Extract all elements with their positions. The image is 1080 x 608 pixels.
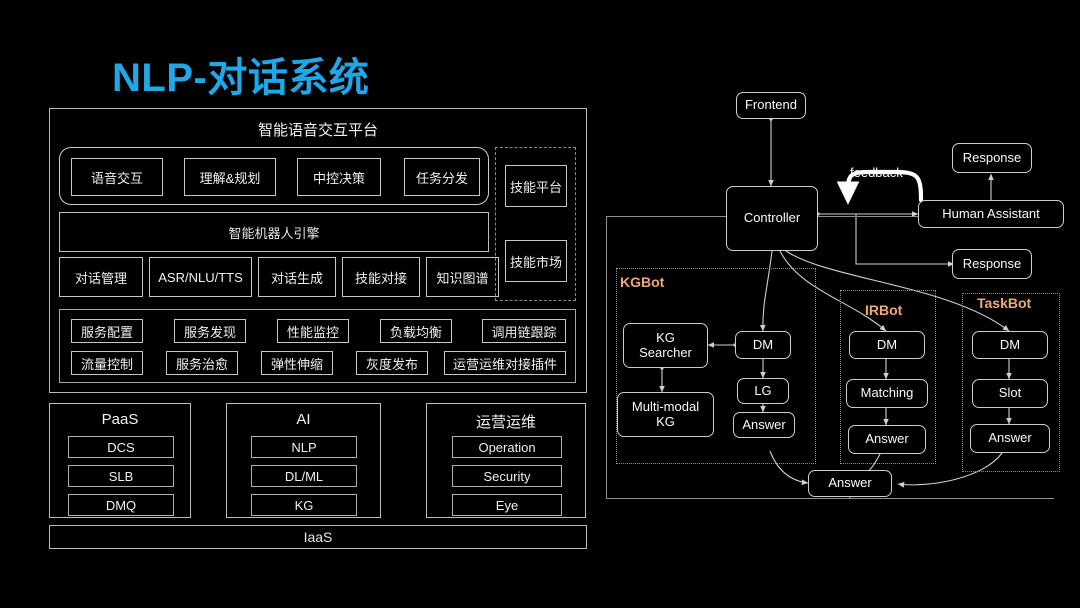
engine-module-row: 对话管理 ASR/NLU/TTS 对话生成 技能对接 知识图谱 <box>59 257 499 301</box>
stack-item-operation[interactable]: Operation <box>452 436 562 458</box>
node-response-top[interactable]: Response <box>952 143 1032 173</box>
node-kgbot-dm[interactable]: DM <box>735 331 791 359</box>
stack-item-nlp[interactable]: NLP <box>251 436 357 458</box>
node-taskbot-answer[interactable]: Answer <box>970 424 1050 453</box>
node-irbot-answer[interactable]: Answer <box>848 425 926 454</box>
ops-flow-control[interactable]: 流量控制 <box>71 351 143 375</box>
stack-item-security[interactable]: Security <box>452 465 562 487</box>
node-human-assistant[interactable]: Human Assistant <box>918 200 1064 228</box>
module-dialog-generation[interactable]: 对话生成 <box>258 257 336 297</box>
stack-item-kg[interactable]: KG <box>251 494 357 516</box>
ops-capability-box: 服务配置 服务发现 性能监控 负载均衡 调用链跟踪 流量控制 服务治愈 弹性伸缩… <box>59 309 576 383</box>
botlabel-irbot: IRBot <box>865 302 903 318</box>
skill-platform[interactable]: 技能平台 <box>505 165 567 207</box>
botlabel-taskbot: TaskBot <box>977 295 1032 311</box>
slide-canvas: NLP-对话系统 智能语音交互平台 语音交互 理解&规划 中控决策 任务分发 智… <box>0 0 1080 608</box>
feedback-label: feedback <box>850 165 903 180</box>
multimodal-line1: Multi-modal <box>631 398 700 414</box>
ops-self-healing[interactable]: 服务治愈 <box>166 351 238 375</box>
botlabel-kgbot: KGBot <box>620 274 665 290</box>
stack-card-ops: 运营运维 Operation Security Eye <box>426 403 586 518</box>
multimodal-line2: KG <box>656 413 675 429</box>
capability-voice[interactable]: 语音交互 <box>71 158 163 196</box>
robot-engine-bar: 智能机器人引擎 <box>59 212 489 252</box>
voice-platform-panel: 智能语音交互平台 语音交互 理解&规划 中控决策 任务分发 智能机器人引擎 对话… <box>49 108 587 393</box>
kg-searcher-line1: KG <box>656 329 675 345</box>
top-capability-group: 语音交互 理解&规划 中控决策 任务分发 <box>59 147 489 205</box>
skill-panel-group: 技能平台 技能市场 <box>495 147 576 301</box>
node-response-bottom[interactable]: Response <box>952 249 1032 279</box>
node-irbot-dm[interactable]: DM <box>849 331 925 359</box>
stack-item-slb[interactable]: SLB <box>68 465 174 487</box>
capability-dispatch[interactable]: 任务分发 <box>404 158 480 196</box>
ops-load-balance[interactable]: 负载均衡 <box>380 319 452 343</box>
stack-title-ops: 运营运维 <box>475 414 536 431</box>
node-frontend[interactable]: Frontend <box>736 92 806 119</box>
ops-trace[interactable]: 调用链跟踪 <box>482 319 566 343</box>
stack-item-dmq[interactable]: DMQ <box>68 494 174 516</box>
capability-decision[interactable]: 中控决策 <box>297 158 381 196</box>
node-taskbot-dm[interactable]: DM <box>972 331 1048 359</box>
page-title: NLP-对话系统 <box>112 56 370 100</box>
module-knowledge-graph[interactable]: 知识图谱 <box>426 257 499 297</box>
module-skill-docking[interactable]: 技能对接 <box>342 257 420 297</box>
stack-title-ai: AI <box>296 411 311 428</box>
module-asr-nlu-tts[interactable]: ASR/NLU/TTS <box>149 257 252 297</box>
ops-gray-release[interactable]: 灰度发布 <box>356 351 428 375</box>
node-kgbot-answer[interactable]: Answer <box>733 412 795 438</box>
node-final-answer[interactable]: Answer <box>808 470 892 497</box>
node-kg-searcher[interactable]: KG Searcher <box>623 323 708 368</box>
kg-searcher-line2: Searcher <box>639 344 692 360</box>
stack-card-paas: PaaS DCS SLB DMQ <box>49 403 191 518</box>
stack-card-ai: AI NLP DL/ML KG <box>226 403 381 518</box>
node-irbot-matching[interactable]: Matching <box>846 379 928 408</box>
ops-service-discovery[interactable]: 服务发现 <box>174 319 246 343</box>
module-dialog-management[interactable]: 对话管理 <box>59 257 143 297</box>
stack-item-dlml[interactable]: DL/ML <box>251 465 357 487</box>
stack-item-eye[interactable]: Eye <box>452 494 562 516</box>
stack-title-paas: PaaS <box>101 411 139 428</box>
stack-item-dcs[interactable]: DCS <box>68 436 174 458</box>
node-taskbot-slot[interactable]: Slot <box>972 379 1048 408</box>
platform-title: 智能语音交互平台 <box>257 122 378 139</box>
ops-service-config[interactable]: 服务配置 <box>71 319 143 343</box>
ops-plugin[interactable]: 运营运维对接插件 <box>444 351 566 375</box>
node-controller[interactable]: Controller <box>726 186 818 251</box>
foundation-iaas: IaaS <box>49 525 587 549</box>
skill-market[interactable]: 技能市场 <box>505 240 567 282</box>
node-multimodal-kg[interactable]: Multi-modal KG <box>617 392 714 437</box>
capability-understanding[interactable]: 理解&规划 <box>184 158 276 196</box>
ops-performance-monitor[interactable]: 性能监控 <box>277 319 349 343</box>
node-kgbot-lg[interactable]: LG <box>737 378 789 404</box>
ops-elastic-scaling[interactable]: 弹性伸缩 <box>261 351 333 375</box>
